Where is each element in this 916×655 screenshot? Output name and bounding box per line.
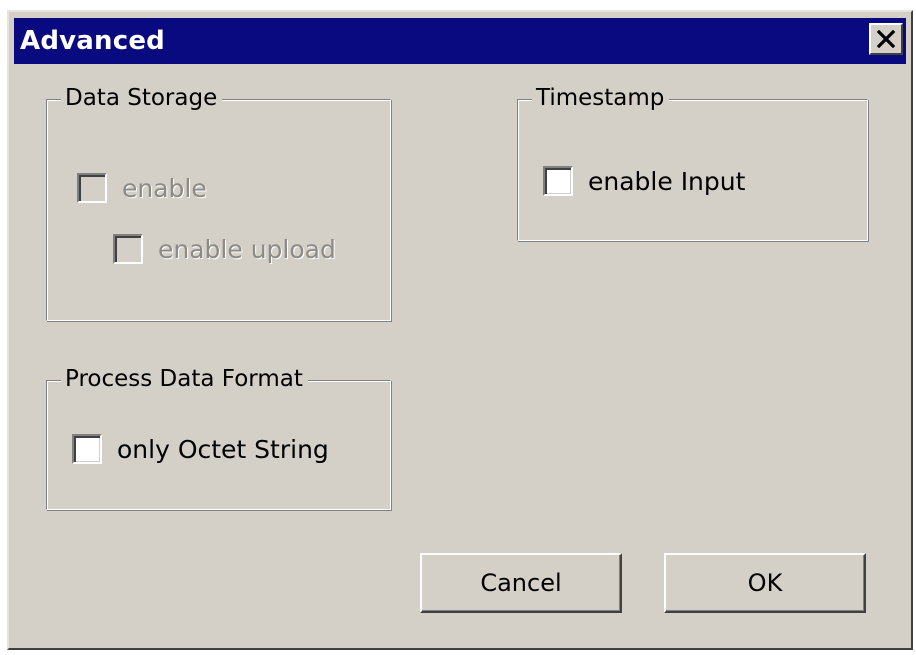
title-bar[interactable]: Advanced — [14, 18, 906, 64]
close-button[interactable] — [869, 23, 903, 55]
enable-label: enable — [122, 174, 207, 203]
enable-checkbox[interactable] — [77, 173, 107, 203]
enable-input-label: enable Input — [588, 167, 746, 196]
enable-input-checkbox[interactable] — [543, 166, 573, 196]
dialog-title: Advanced — [20, 26, 165, 56]
only-octet-string-checkbox-row[interactable]: only Octet String — [72, 433, 362, 467]
process-data-format-legend: Process Data Format — [61, 364, 308, 394]
enable-input-checkbox-row[interactable]: enable Input — [543, 165, 783, 199]
cancel-button[interactable]: Cancel — [420, 553, 622, 613]
process-data-format-group: Process Data Format only Octet String — [46, 364, 391, 510]
advanced-dialog: Advanced Data Storage enable enable uplo… — [7, 10, 913, 650]
timestamp-group: Timestamp enable Input — [517, 83, 868, 241]
only-octet-string-checkbox[interactable] — [72, 434, 102, 464]
enable-upload-checkbox[interactable] — [113, 234, 143, 264]
data-storage-group: Data Storage enable enable upload — [46, 83, 391, 321]
enable-upload-label: enable upload — [158, 235, 336, 264]
ok-button[interactable]: OK — [664, 553, 866, 613]
enable-checkbox-row[interactable]: enable — [77, 172, 237, 206]
close-x-icon — [877, 30, 895, 48]
data-storage-legend: Data Storage — [61, 83, 223, 113]
enable-upload-checkbox-row[interactable]: enable upload — [113, 233, 363, 267]
timestamp-legend: Timestamp — [532, 83, 670, 113]
only-octet-string-label: only Octet String — [117, 435, 329, 464]
